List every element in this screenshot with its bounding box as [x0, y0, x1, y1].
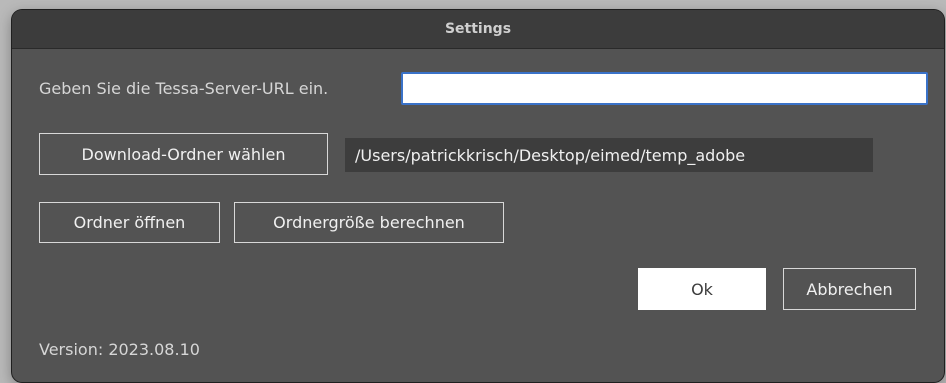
compute-folder-size-label: Ordnergröße berechnen [273, 213, 465, 232]
version-text: Version: 2023.08.10 [39, 340, 200, 359]
server-url-input[interactable] [401, 72, 928, 105]
open-folder-button[interactable]: Ordner öffnen [39, 202, 220, 243]
settings-window: Settings Geben Sie die Tessa-Server-URL … [12, 10, 944, 382]
download-path-display: /Users/patrickkrisch/Desktop/eimed/temp_… [345, 138, 873, 172]
open-folder-label: Ordner öffnen [73, 213, 186, 232]
server-url-label: Geben Sie die Tessa-Server-URL ein. [39, 79, 329, 98]
cancel-label: Abbrechen [806, 279, 893, 299]
choose-download-folder-label: Download-Ordner wählen [81, 144, 286, 164]
titlebar: Settings [12, 10, 944, 49]
ok-button[interactable]: Ok [638, 268, 766, 310]
download-path-text: /Users/patrickkrisch/Desktop/eimed/temp_… [355, 145, 746, 165]
compute-folder-size-button[interactable]: Ordnergröße berechnen [234, 202, 504, 243]
ok-label: Ok [691, 279, 713, 299]
choose-download-folder-button[interactable]: Download-Ordner wählen [39, 133, 328, 175]
cancel-button[interactable]: Abbrechen [783, 268, 916, 310]
window-title: Settings [444, 21, 512, 37]
